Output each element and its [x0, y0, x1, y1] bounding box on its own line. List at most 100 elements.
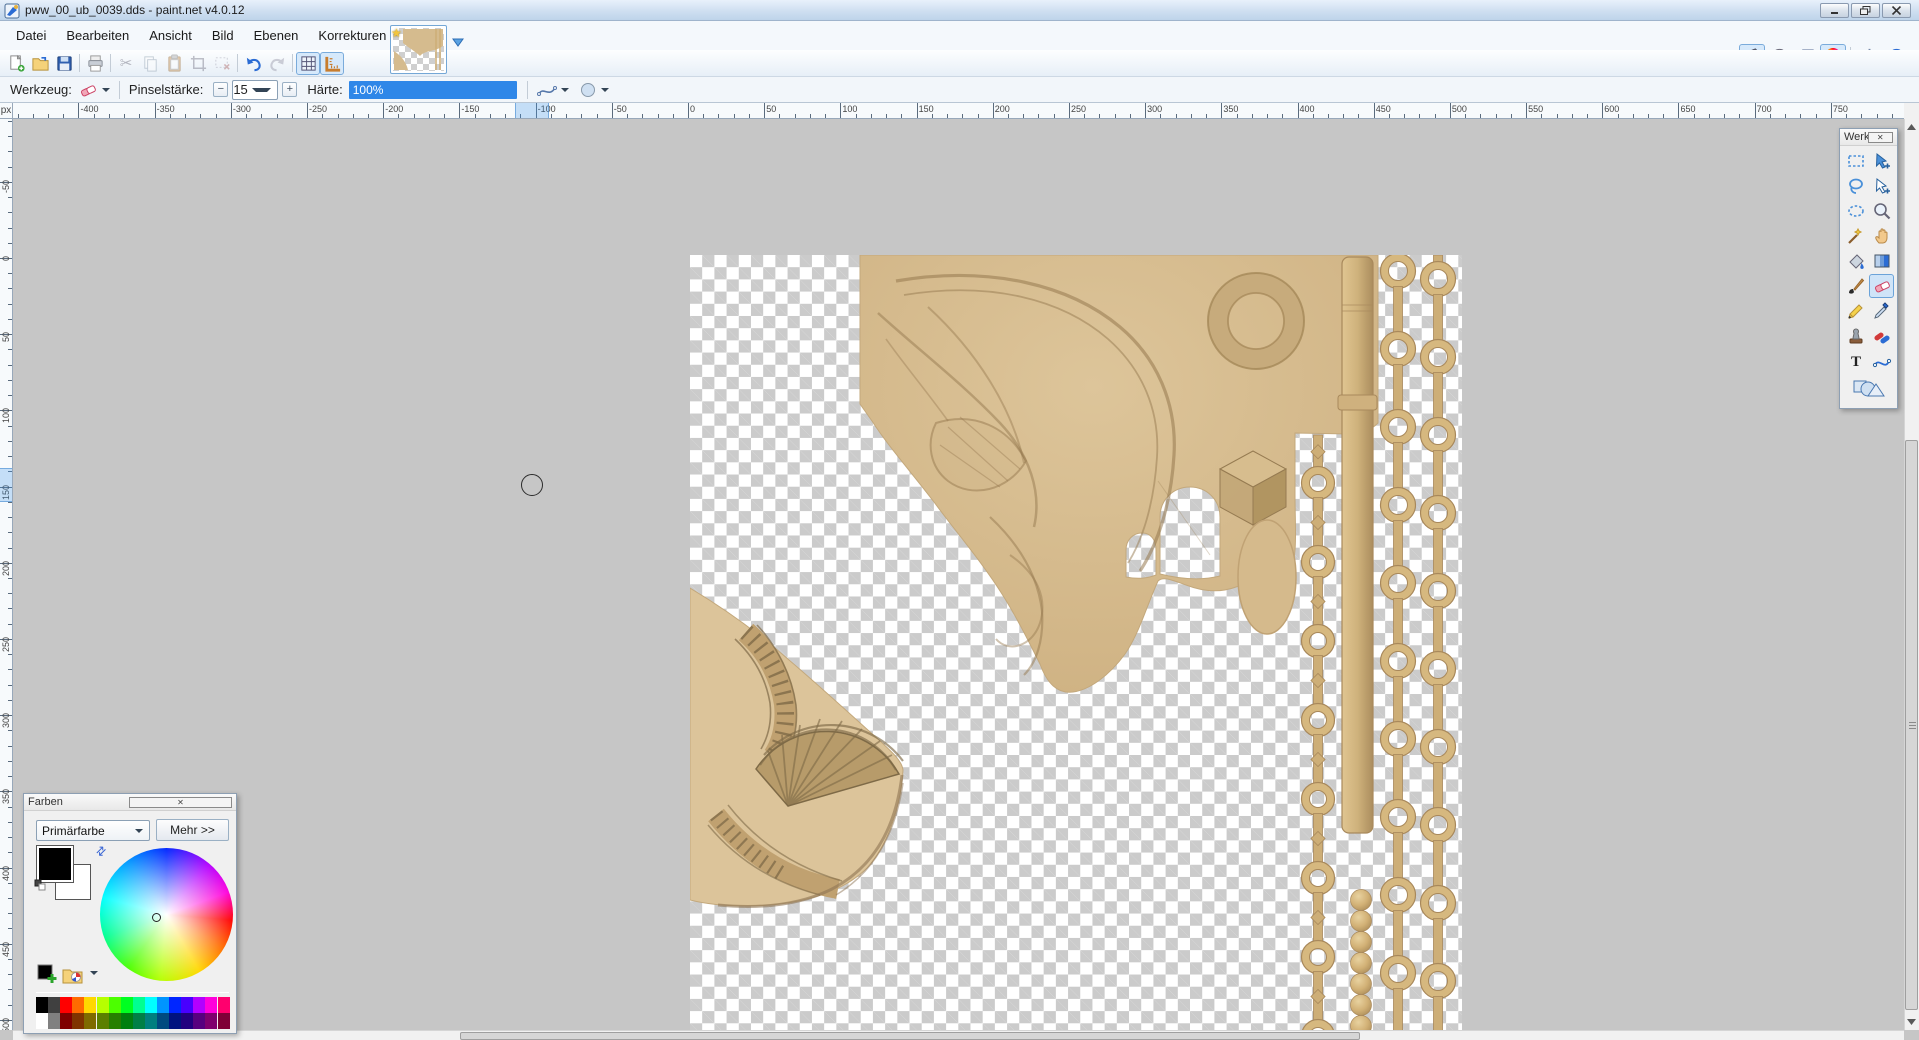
scroll-up-arrow-icon[interactable]	[1904, 119, 1919, 135]
print-button[interactable]	[83, 52, 107, 75]
antialiasing-dropdown-arrow[interactable]	[561, 88, 569, 92]
antialiasing-icon[interactable]	[537, 82, 557, 98]
open-button[interactable]	[28, 52, 52, 75]
palette-swatch[interactable]	[205, 1013, 217, 1029]
palette-swatch[interactable]	[60, 997, 72, 1013]
horizontal-scroll-thumb[interactable]	[460, 1032, 1360, 1040]
deselect-button[interactable]	[210, 52, 234, 75]
tool-eraser[interactable]	[1869, 274, 1894, 298]
palette-swatch[interactable]	[169, 1013, 181, 1029]
palette-swatch[interactable]	[169, 997, 181, 1013]
tool-pan[interactable]	[1869, 224, 1894, 248]
color-mode-select[interactable]: Primärfarbe	[36, 820, 150, 841]
color-wheel-selector[interactable]	[152, 913, 161, 922]
image-list-chevron-icon[interactable]	[452, 38, 464, 47]
tool-clone-stamp[interactable]	[1843, 324, 1868, 348]
tool-color-picker[interactable]	[1869, 299, 1894, 323]
blend-mode-icon[interactable]	[579, 81, 597, 99]
brush-width-increase-button[interactable]: +	[282, 82, 297, 97]
menu-ansicht[interactable]: Ansicht	[139, 24, 202, 47]
palette-swatch[interactable]	[218, 1013, 230, 1029]
palette-swatch[interactable]	[133, 997, 145, 1013]
palette-swatch[interactable]	[48, 997, 60, 1013]
palette-manager-icon[interactable]	[62, 964, 83, 985]
new-button[interactable]	[4, 52, 28, 75]
palette-swatch[interactable]	[84, 1013, 96, 1029]
palette-swatch[interactable]	[157, 1013, 169, 1029]
palette-swatch[interactable]	[157, 997, 169, 1013]
tool-lasso-select[interactable]	[1843, 174, 1868, 198]
tools-panel-close-icon[interactable]: ✕	[1868, 132, 1894, 143]
palette-swatch[interactable]	[193, 1013, 205, 1029]
menu-korrekturen[interactable]: Korrekturen	[308, 24, 396, 47]
tool-dropdown-arrow[interactable]	[102, 88, 110, 92]
tool-move-selection[interactable]	[1869, 174, 1894, 198]
grid-toggle-button[interactable]	[296, 52, 320, 75]
save-button[interactable]	[52, 52, 76, 75]
reset-colors-icon[interactable]	[34, 879, 46, 891]
palette-swatch[interactable]	[121, 1013, 133, 1029]
palette-swatch[interactable]	[97, 997, 109, 1013]
add-color-button[interactable]	[37, 964, 58, 985]
palette-swatch[interactable]	[193, 997, 205, 1013]
primary-color-swatch[interactable]	[37, 846, 73, 882]
menu-bild[interactable]: Bild	[202, 24, 244, 47]
tool-paint-bucket[interactable]	[1843, 249, 1868, 273]
palette-swatch[interactable]	[97, 1013, 109, 1029]
tool-recolor[interactable]	[1869, 324, 1894, 348]
tool-paintbrush[interactable]	[1843, 274, 1868, 298]
menu-datei[interactable]: Datei	[6, 24, 56, 47]
tool-line-curve[interactable]	[1869, 349, 1894, 373]
more-button[interactable]: Mehr >>	[156, 819, 229, 841]
palette-swatch[interactable]	[48, 1013, 60, 1029]
cut-button[interactable]: ✂	[114, 52, 138, 75]
colors-panel-close-icon[interactable]: ✕	[129, 797, 232, 808]
palette-swatch[interactable]	[133, 1013, 145, 1029]
palette-swatch[interactable]	[36, 997, 48, 1013]
copy-button[interactable]	[138, 52, 162, 75]
palette-swatch[interactable]	[60, 1013, 72, 1029]
palette-swatch[interactable]	[145, 997, 157, 1013]
blend-mode-dropdown-arrow[interactable]	[601, 88, 609, 92]
palette-swatch[interactable]	[72, 997, 84, 1013]
palette-swatch[interactable]	[181, 1013, 193, 1029]
ruler-toggle-button[interactable]	[320, 52, 344, 75]
close-button[interactable]	[1882, 3, 1911, 18]
color-wheel[interactable]	[100, 848, 233, 981]
menu-ebenen[interactable]: Ebenen	[244, 24, 309, 47]
canvas[interactable]	[690, 255, 1462, 1030]
palette-swatch[interactable]	[109, 997, 121, 1013]
palette-swatch[interactable]	[84, 997, 96, 1013]
palette-swatch[interactable]	[145, 1013, 157, 1029]
menu-bearbeiten[interactable]: Bearbeiten	[56, 24, 139, 47]
palette-swatch[interactable]	[218, 997, 230, 1013]
hardness-input[interactable]: 100%	[349, 81, 517, 99]
palette-swatch[interactable]	[36, 1013, 48, 1029]
palette-swatch[interactable]	[181, 997, 193, 1013]
tool-gradient[interactable]	[1869, 249, 1894, 273]
tool-pencil[interactable]	[1843, 299, 1868, 323]
vertical-scroll-thumb[interactable]	[1905, 440, 1918, 1010]
tool-rectangle-select[interactable]	[1843, 149, 1868, 173]
palette-swatch[interactable]	[72, 1013, 84, 1029]
redo-button[interactable]	[265, 52, 289, 75]
swap-colors-icon[interactable]: ⇄	[93, 842, 110, 859]
crop-button[interactable]	[186, 52, 210, 75]
brush-width-dropdown-arrow[interactable]	[252, 88, 272, 92]
palette-swatch[interactable]	[205, 997, 217, 1013]
palette-dropdown-arrow[interactable]	[90, 971, 98, 975]
undo-button[interactable]	[241, 52, 265, 75]
tools-panel-titlebar[interactable]: Werk... ✕	[1840, 129, 1897, 146]
brush-width-combo[interactable]: 15	[232, 80, 278, 100]
minimize-button[interactable]	[1820, 3, 1849, 18]
restore-button[interactable]	[1851, 3, 1880, 18]
paste-button[interactable]	[162, 52, 186, 75]
palette-swatch[interactable]	[109, 1013, 121, 1029]
tool-text[interactable]: T	[1843, 349, 1868, 373]
tool-shapes[interactable]	[1846, 374, 1891, 400]
palette-swatch[interactable]	[121, 997, 133, 1013]
tool-magic-wand[interactable]	[1843, 224, 1868, 248]
tool-zoom[interactable]	[1869, 199, 1894, 223]
scroll-down-arrow-icon[interactable]	[1904, 1014, 1919, 1030]
tool-move-pixels[interactable]	[1869, 149, 1894, 173]
